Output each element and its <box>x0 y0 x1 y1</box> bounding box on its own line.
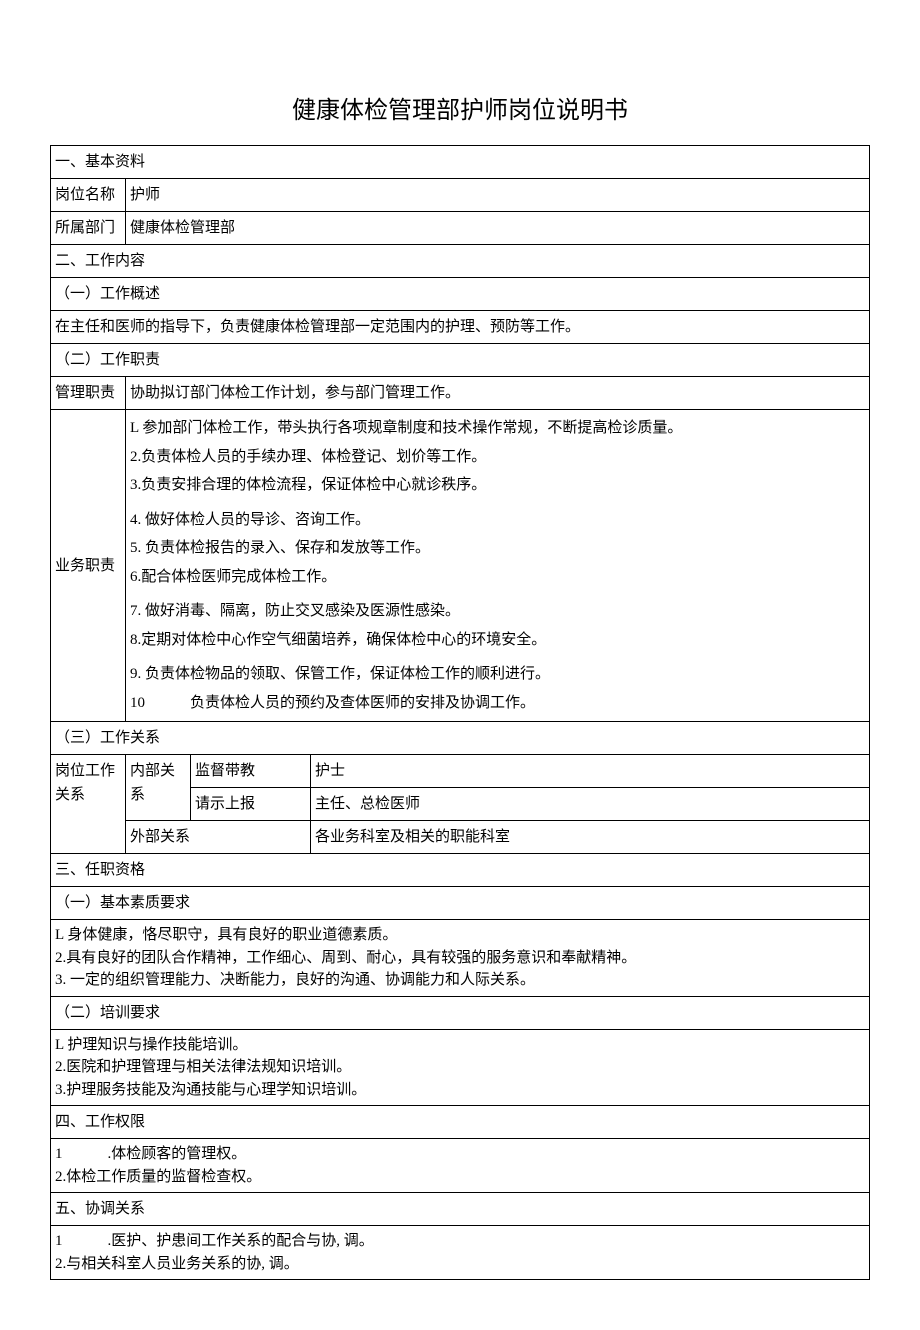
quality-line-1: L 身体健康，恪尽职守，具有良好的职业道德素质。 <box>55 924 865 947</box>
department-label: 所属部门 <box>51 212 126 245</box>
supervise-label: 监督带教 <box>191 755 311 788</box>
external-relation-label: 外部关系 <box>126 821 311 854</box>
coordination-text: 1 .医护、护患间工作关系的配合与协, 调。 2.与相关科室人员业务关系的协, … <box>51 1226 870 1280</box>
document-title: 健康体检管理部护师岗位说明书 <box>50 90 870 125</box>
position-name-value: 护师 <box>126 179 870 212</box>
work-overview-label: （一）工作概述 <box>51 278 870 311</box>
quality-req-text: L 身体健康，恪尽职守，具有良好的职业道德素质。 2.具有良好的团队合作精神，工… <box>51 920 870 997</box>
external-relation-value: 各业务科室及相关的职能科室 <box>311 821 870 854</box>
biz-line-5: 5. 负责体检报告的录入、保存和发放等工作。 <box>130 534 865 563</box>
section-4-header: 四、工作权限 <box>51 1106 870 1139</box>
biz-duty-text: L 参加部门体检工作，带头执行各项规章制度和技术操作常规，不断提高检诊质量。 2… <box>126 410 870 722</box>
biz-line-10: 10 负责体检人员的预约及查体医师的安排及协调工作。 <box>130 689 865 718</box>
quality-line-3: 3. 一定的组织管理能力、决断能力，良好的沟通、协调能力和人际关系。 <box>55 969 865 992</box>
training-req-text: L 护理知识与操作技能培训。 2.医院和护理管理与相关法律法规知识培训。 3.护… <box>51 1029 870 1106</box>
section-5-header: 五、协调关系 <box>51 1193 870 1226</box>
training-line-3: 3.护理服务技能及沟通技能与心理学知识培训。 <box>55 1079 865 1102</box>
section-3-header: 三、任职资格 <box>51 854 870 887</box>
report-label: 请示上报 <box>191 788 311 821</box>
supervise-value: 护士 <box>311 755 870 788</box>
biz-duty-label: 业务职责 <box>51 410 126 722</box>
position-name-label: 岗位名称 <box>51 179 126 212</box>
report-value: 主任、总检医师 <box>311 788 870 821</box>
internal-relation-label: 内部关系 <box>126 755 191 821</box>
department-value: 健康体检管理部 <box>126 212 870 245</box>
coord-line-2: 2.与相关科室人员业务关系的协, 调。 <box>55 1253 865 1276</box>
biz-line-8: 8.定期对体检中心作空气细菌培养，确保体检中心的环境安全。 <box>130 626 865 655</box>
biz-line-3: 3.负责安排合理的体检流程，保证体检中心就诊秩序。 <box>130 471 865 500</box>
biz-line-9: 9. 负责体检物品的领取、保管工作，保证体检工作的顺利进行。 <box>130 660 865 689</box>
authority-line-2: 2.体检工作质量的监督检查权。 <box>55 1166 865 1189</box>
training-req-label: （二）培训要求 <box>51 996 870 1029</box>
training-line-2: 2.医院和护理管理与相关法律法规知识培训。 <box>55 1056 865 1079</box>
authority-text: 1 .体检顾客的管理权。 2.体检工作质量的监督检查权。 <box>51 1139 870 1193</box>
biz-line-4: 4. 做好体检人员的导诊、咨询工作。 <box>130 506 865 535</box>
section-2-header: 二、工作内容 <box>51 245 870 278</box>
relation-label: 岗位工作关系 <box>51 755 126 854</box>
quality-line-2: 2.具有良好的团队合作精神，工作细心、周到、耐心，具有较强的服务意识和奉献精神。 <box>55 947 865 970</box>
coord-line-1: 1 .医护、护患间工作关系的配合与协, 调。 <box>55 1230 865 1253</box>
section-1-header: 一、基本资料 <box>51 146 870 179</box>
work-overview-text: 在主任和医师的指导下，负责健康体检管理部一定范围内的护理、预防等工作。 <box>51 311 870 344</box>
biz-line-2: 2.负责体检人员的手续办理、体检登记、划价等工作。 <box>130 443 865 472</box>
biz-line-1: L 参加部门体检工作，带头执行各项规章制度和技术操作常规，不断提高检诊质量。 <box>130 414 865 443</box>
biz-line-7: 7. 做好消毒、隔离，防止交叉感染及医源性感染。 <box>130 597 865 626</box>
biz-line-6: 6.配合体检医师完成体检工作。 <box>130 563 865 592</box>
job-description-table: 一、基本资料 岗位名称 护师 所属部门 健康体检管理部 二、工作内容 （一）工作… <box>50 145 870 1280</box>
mgmt-duty-text: 协助拟订部门体检工作计划，参与部门管理工作。 <box>126 377 870 410</box>
training-line-1: L 护理知识与操作技能培训。 <box>55 1034 865 1057</box>
quality-req-label: （一）基本素质要求 <box>51 887 870 920</box>
authority-line-1: 1 .体检顾客的管理权。 <box>55 1143 865 1166</box>
mgmt-duty-label: 管理职责 <box>51 377 126 410</box>
work-duties-label: （二）工作职责 <box>51 344 870 377</box>
work-relation-label: （三）工作关系 <box>51 722 870 755</box>
